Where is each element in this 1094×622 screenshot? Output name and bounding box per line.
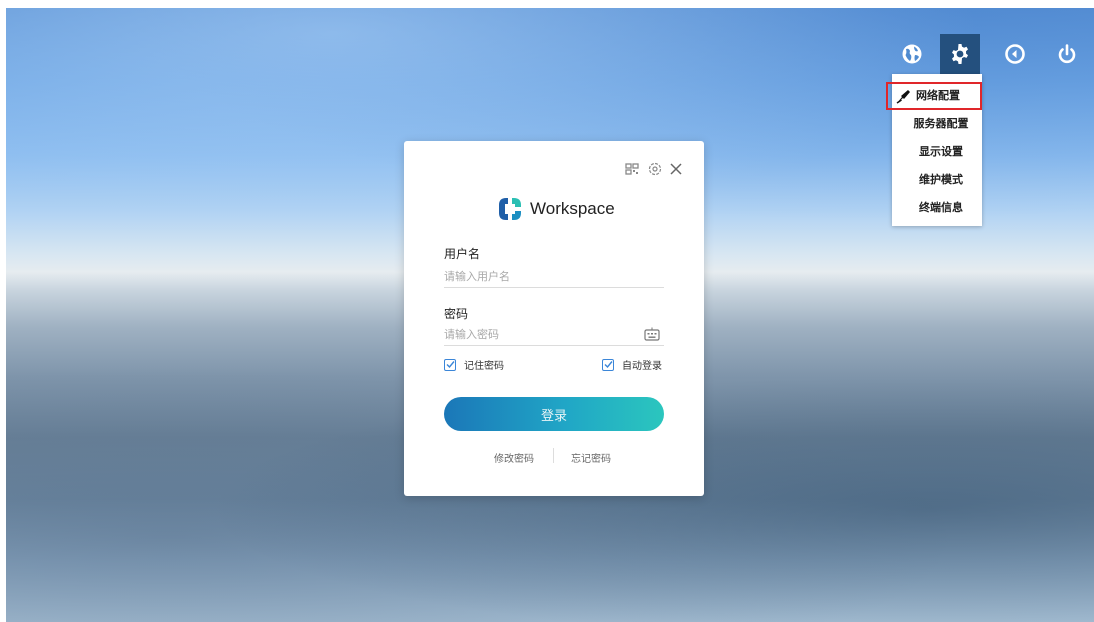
language-button[interactable] <box>892 34 932 74</box>
checkbox-box <box>602 358 614 371</box>
gear-icon <box>952 44 968 64</box>
qr-code-icon[interactable] <box>624 161 640 177</box>
change-password-link[interactable]: 修改密码 <box>494 450 534 465</box>
check-icon <box>446 361 455 369</box>
forgot-password-link[interactable]: 忘记密码 <box>571 450 611 465</box>
auto-login-label: 自动登录 <box>622 361 662 372</box>
keyboard-icon[interactable] <box>644 327 660 341</box>
menu-item-label: 维护模式 <box>919 173 963 186</box>
auto-login-checkbox[interactable]: 自动登录 <box>602 357 662 372</box>
login-dialog: Workspace 用户名 密码 记住密码 自动登录 登录 修改密码 忘记密码 <box>404 141 704 496</box>
close-icon[interactable] <box>668 161 684 177</box>
login-button[interactable]: 登录 <box>444 397 664 431</box>
remember-password-checkbox[interactable]: 记住密码 <box>444 357 504 372</box>
check-icon <box>604 361 613 369</box>
top-toolbar <box>892 34 1092 74</box>
back-icon <box>1005 44 1025 64</box>
brand-name: Workspace <box>530 199 615 218</box>
workspace-logo <box>499 198 521 220</box>
settings-button[interactable] <box>940 34 980 74</box>
checkbox-box <box>444 358 456 371</box>
power-icon <box>1058 44 1076 64</box>
back-button[interactable] <box>995 34 1035 74</box>
remember-password-label: 记住密码 <box>464 361 504 372</box>
link-divider <box>553 448 554 463</box>
password-input[interactable] <box>444 323 664 346</box>
username-input[interactable] <box>444 265 664 288</box>
power-button[interactable] <box>1047 34 1087 74</box>
menu-item-terminal-info[interactable]: 终端信息 <box>892 194 982 222</box>
globe-icon <box>902 44 922 64</box>
menu-item-label: 终端信息 <box>919 201 963 214</box>
mouse-pointer-icon <box>896 90 910 104</box>
password-label: 密码 <box>444 307 469 321</box>
menu-item-label: 服务器配置 <box>913 117 969 130</box>
username-label: 用户名 <box>444 247 481 261</box>
menu-item-maintenance-mode[interactable]: 维护模式 <box>892 166 982 194</box>
settings-icon[interactable] <box>647 161 663 177</box>
menu-item-server-config[interactable]: 服务器配置 <box>892 110 982 138</box>
menu-item-label: 显示设置 <box>919 145 963 158</box>
menu-item-label: 网络配置 <box>916 89 960 102</box>
menu-item-display-settings[interactable]: 显示设置 <box>892 138 982 166</box>
